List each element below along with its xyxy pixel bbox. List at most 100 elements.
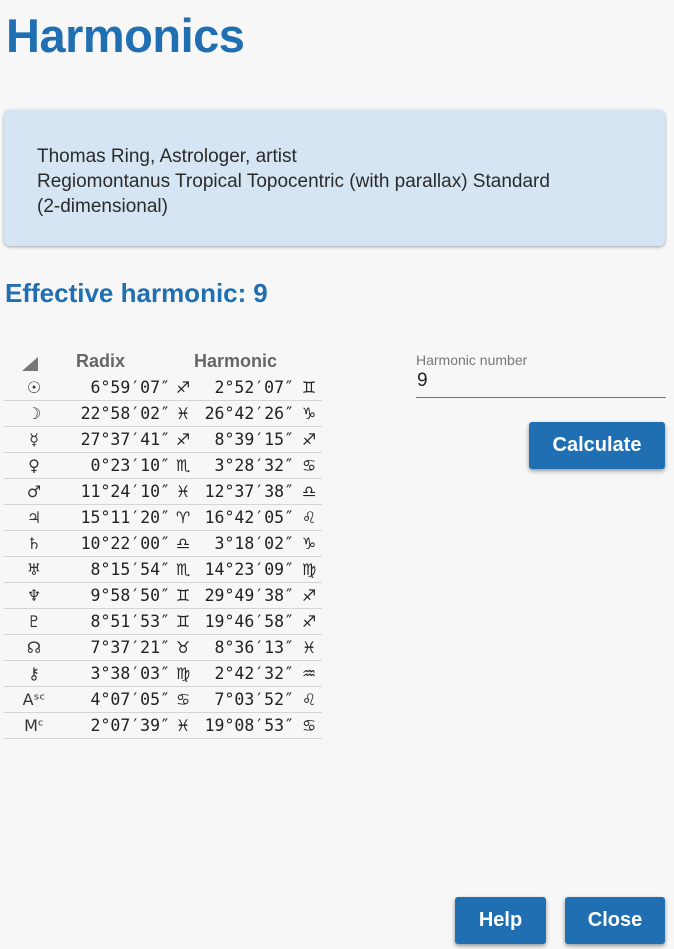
harmonic-number-field: Harmonic number	[416, 352, 666, 398]
harmonic-sign-icon: ♊	[296, 375, 322, 401]
radix-position: 11°24′10″	[64, 478, 172, 505]
radix-sign-icon: ♐	[172, 426, 194, 453]
table-row: ♅ 8°15′54″ ♏ 14°23′09″ ♍	[4, 556, 322, 583]
harmonic-position: 7°03′52″	[194, 686, 296, 713]
harmonic-position: 12°37′38″	[194, 478, 296, 505]
page-title: Harmonics	[6, 9, 245, 62]
chart-info-card: Thomas Ring, Astrologer, artist Regiomon…	[4, 110, 665, 246]
harmonic-position: 16°42′05″	[194, 504, 296, 531]
radix-position: 9°58′50″	[64, 582, 172, 609]
effective-harmonic-heading: Effective harmonic: 9	[5, 278, 268, 309]
harmonic-sign-icon: ♋	[296, 712, 322, 739]
table-row: ☉ 6°59′07″ ♐ 2°52′07″ ♊	[4, 375, 322, 401]
effective-harmonic-label: Effective harmonic:	[5, 278, 247, 308]
harmonic-position: 14°23′09″	[194, 556, 296, 583]
radix-sign-icon: ♎	[172, 530, 194, 557]
harmonic-sign-icon: ♓	[296, 634, 322, 661]
radix-position: 3°38′03″	[64, 660, 172, 687]
planet-glyph-icon: ☿	[4, 426, 64, 453]
table-row: ♃ 15°11′20″ ♈ 16°42′05″ ♌	[4, 504, 322, 531]
chart-name-line: Thomas Ring, Astrologer, artist	[37, 146, 297, 167]
harmonic-sign-icon: ♐	[296, 426, 322, 453]
planet-glyph-icon: ♇	[4, 608, 64, 635]
table-row: ♂ 11°24′10″ ♓ 12°37′38″ ♎	[4, 478, 322, 505]
harmonic-sign-icon: ♐	[296, 582, 322, 609]
radix-position: 7°37′21″	[64, 634, 172, 661]
dimension-line: (2-dimensional)	[37, 196, 168, 217]
radix-position: 22°58′02″	[64, 400, 172, 427]
radix-position: 15°11′20″	[64, 504, 172, 531]
planet-glyph-icon: ☉	[4, 375, 64, 401]
harmonic-sign-icon: ♑	[296, 530, 322, 557]
harmonic-sign-icon: ♌	[296, 686, 322, 713]
radix-sign-icon: ♍	[172, 660, 194, 687]
sort-triangle-icon[interactable]	[22, 357, 38, 371]
radix-sign-icon: ♓	[172, 400, 194, 427]
harmonic-position: 3°28′32″	[194, 452, 296, 479]
radix-sign-icon: ♏	[172, 452, 194, 479]
planet-glyph-icon: ☊	[4, 634, 64, 661]
harmonic-number-label: Harmonic number	[416, 352, 528, 368]
harmonic-column-header[interactable]: Harmonic	[194, 347, 322, 375]
harmonic-sign-icon: ♒	[296, 660, 322, 687]
radix-sign-icon: ♐	[172, 375, 194, 401]
harmonic-position: 19°08′53″	[194, 712, 296, 739]
radix-sign-icon: ♓	[172, 712, 194, 739]
radix-position: 4°07′05″	[64, 686, 172, 713]
table-row: ♀ 0°23′10″ ♏ 3°28′32″ ♋	[4, 452, 322, 479]
close-button[interactable]: Close	[565, 897, 665, 944]
radix-sign-icon: ♊	[172, 608, 194, 635]
planet-glyph-icon: Aˢᶜ	[4, 686, 64, 713]
radix-sign-icon: ♉	[172, 634, 194, 661]
table-row: ☊ 7°37′21″ ♉ 8°36′13″ ♓	[4, 634, 322, 661]
effective-harmonic-value: 9	[253, 278, 268, 308]
planet-glyph-icon: Mᶜ	[4, 712, 64, 739]
radix-position: 2°07′39″	[64, 712, 172, 739]
radix-sign-icon: ♊	[172, 582, 194, 609]
planet-glyph-icon: ♄	[4, 530, 64, 557]
radix-sign-icon: ♈	[172, 504, 194, 531]
planet-glyph-icon: ♃	[4, 504, 64, 531]
table-header-row: Radix Harmonic	[4, 347, 322, 375]
table-row: ♆ 9°58′50″ ♊ 29°49′38″ ♐	[4, 582, 322, 609]
house-system-line: Regiomontanus Tropical Topocentric (with…	[37, 171, 550, 192]
radix-column-header[interactable]: Radix	[64, 347, 194, 375]
radix-sign-icon: ♋	[172, 686, 194, 713]
radix-position: 10°22′00″	[64, 530, 172, 557]
radix-position: 8°15′54″	[64, 556, 172, 583]
planet-glyph-icon: ♆	[4, 582, 64, 609]
planet-glyph-icon: ⚷	[4, 660, 64, 687]
harmonic-sign-icon: ♐	[296, 608, 322, 635]
radix-position: 6°59′07″	[64, 375, 172, 401]
harmonic-sign-icon: ♍	[296, 556, 322, 583]
harmonic-sign-icon: ♎	[296, 478, 322, 505]
radix-position: 27°37′41″	[64, 426, 172, 453]
radix-sign-icon: ♓	[172, 478, 194, 505]
radix-position: 8°51′53″	[64, 608, 172, 635]
harmonic-sign-icon: ♋	[296, 452, 322, 479]
harmonic-sign-icon: ♌	[296, 504, 322, 531]
harmonic-position: 19°46′58″	[194, 608, 296, 635]
table-row: ☽ 22°58′02″ ♓ 26°42′26″ ♑	[4, 400, 322, 427]
planet-glyph-icon: ♅	[4, 556, 64, 583]
table-row: Mᶜ 2°07′39″ ♓ 19°08′53″ ♋	[4, 712, 322, 739]
harmonic-number-input[interactable]	[416, 370, 666, 398]
planet-glyph-icon: ♂	[4, 478, 64, 505]
planet-glyph-icon: ☽	[4, 400, 64, 427]
positions-table: Radix Harmonic ☉ 6°59′07″ ♐ 2°52′07″ ♊ ☽ 22°58…	[4, 347, 322, 739]
harmonic-position: 29°49′38″	[194, 582, 296, 609]
calculate-button[interactable]: Calculate	[529, 422, 665, 469]
help-button[interactable]: Help	[455, 897, 546, 944]
harmonic-position: 2°52′07″	[194, 375, 296, 401]
table-row: ♄ 10°22′00″ ♎ 3°18′02″ ♑	[4, 530, 322, 557]
radix-position: 0°23′10″	[64, 452, 172, 479]
sort-column-header[interactable]	[4, 347, 64, 375]
harmonic-position: 3°18′02″	[194, 530, 296, 557]
table-row: ⚷ 3°38′03″ ♍ 2°42′32″ ♒	[4, 660, 322, 687]
harmonic-position: 8°36′13″	[194, 634, 296, 661]
harmonic-position: 8°39′15″	[194, 426, 296, 453]
radix-sign-icon: ♏	[172, 556, 194, 583]
table-row: Aˢᶜ 4°07′05″ ♋ 7°03′52″ ♌	[4, 686, 322, 713]
planet-glyph-icon: ♀	[4, 452, 64, 479]
harmonic-position: 2°42′32″	[194, 660, 296, 687]
